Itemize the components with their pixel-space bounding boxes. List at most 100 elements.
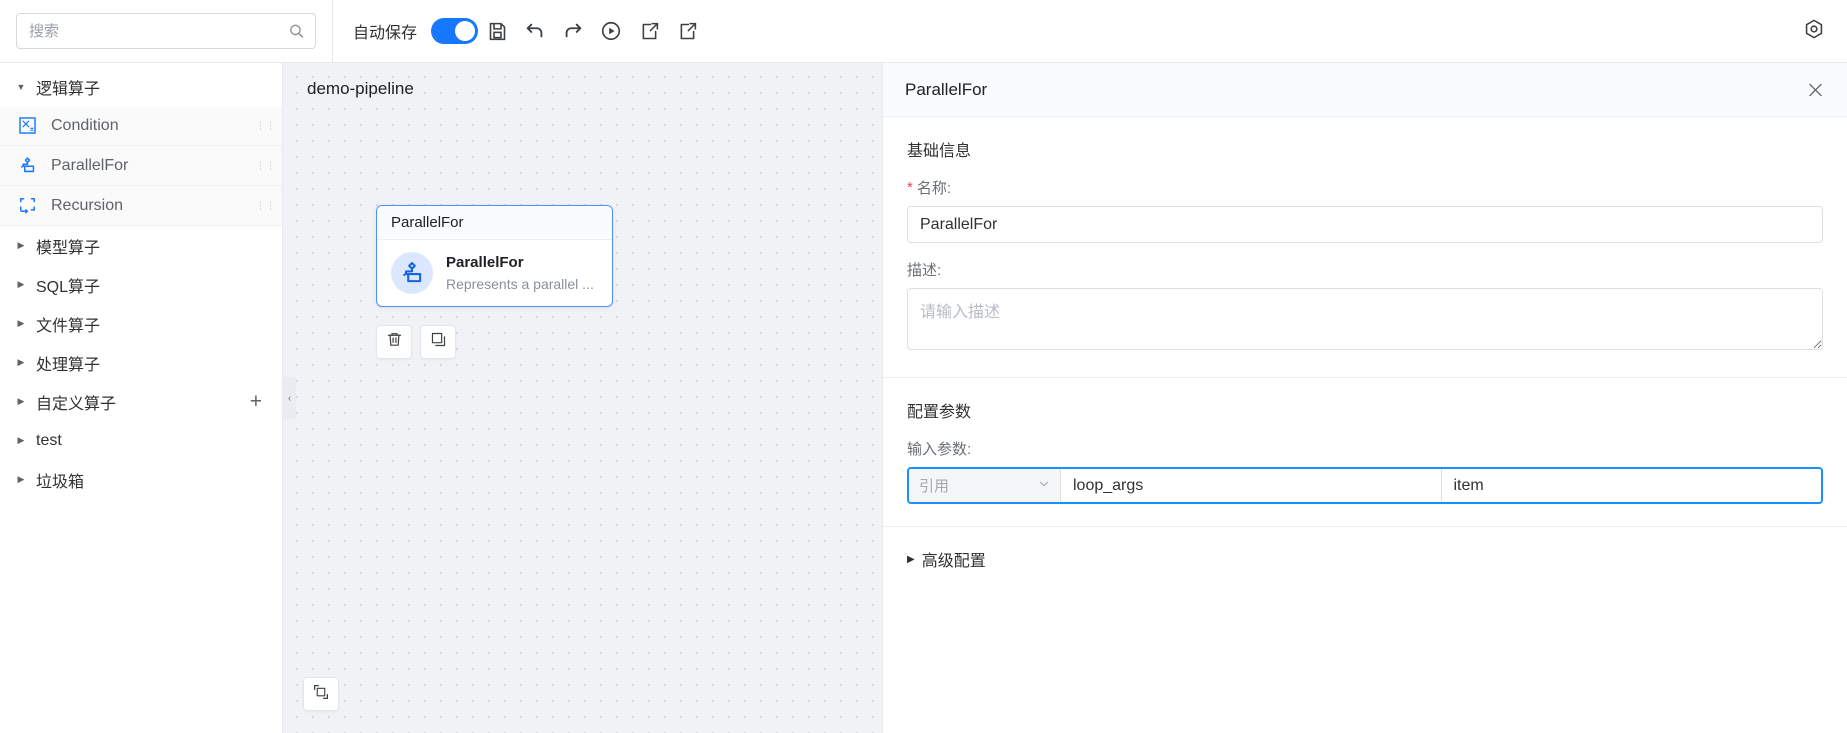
operator-sidebar: ▼ 逻辑算子 Condition ⋮⋮ ParallelFor ⋮⋮ Recur… [0,63,283,733]
panel-title: ParallelFor [905,79,988,99]
sidebar-group-custom[interactable]: ▶ 自定义算子 + [0,382,282,421]
config-params-section: 配置参数 输入参数: 引用 loop_args item [883,378,1847,527]
input-param-row: 引用 loop_args item [907,467,1823,504]
sidebar-group-file[interactable]: ▶ 文件算子 [0,304,282,343]
chevron-right-icon: ▶ [907,553,915,565]
canvas-node-parallelfor[interactable]: ParallelFor ParallelFor Represents a par… [376,205,613,308]
import-button[interactable] [668,12,706,50]
param-key-input[interactable]: loop_args [1061,469,1442,502]
chevron-right-icon: ▶ [17,357,25,367]
name-field-group: * 名称: [907,177,1823,243]
search-icon [288,23,305,40]
drag-handle-icon[interactable]: ⋮⋮ [256,161,275,170]
import-file-icon [677,21,698,42]
export-button[interactable] [630,12,668,50]
sidebar-group-test[interactable]: ▶ test [0,421,282,460]
advanced-config-label: 高级配置 [921,553,986,570]
parallel-for-icon [16,155,38,177]
sidebar-item-parallelfor[interactable]: ParallelFor ⋮⋮ [0,146,282,186]
node-description: Represents a parallel ... [446,275,594,292]
panel-header: ParallelFor [883,63,1847,117]
name-label-text: 名称: [916,180,952,197]
copy-node-button[interactable] [420,325,456,359]
drag-handle-icon[interactable]: ⋮⋮ [256,201,275,210]
sidebar-group-label: 垃圾箱 [36,473,85,491]
chevron-right-icon: ▶ [17,240,25,250]
node-title: ParallelFor [446,254,524,271]
chevron-right-icon: ▶ [17,474,25,484]
autosave-toggle[interactable] [431,18,479,44]
run-button[interactable] [592,12,630,50]
editor-toolbar: 自动保存 [333,0,1847,62]
sidebar-group-label: 处理算子 [36,356,101,374]
chevron-right-icon: ▶ [17,435,25,445]
chevron-right-icon: ▶ [17,396,25,406]
chevron-right-icon: ▶ [17,279,25,289]
param-type-select[interactable]: 引用 [909,469,1061,502]
redo-button[interactable] [554,12,592,50]
add-custom-operator-button[interactable]: + [250,391,262,412]
sidebar-group-label: SQL算子 [36,278,101,296]
undo-arrow-icon [524,20,546,42]
sidebar-group-process[interactable]: ▶ 处理算子 [0,343,282,382]
search-zone [0,0,333,62]
pipeline-name-label: demo-pipeline [307,79,414,98]
drag-handle-icon[interactable]: ⋮⋮ [256,121,275,130]
save-button[interactable] [478,12,516,50]
search-box[interactable] [16,13,316,49]
sidebar-group-label: 文件算子 [36,317,101,335]
sidebar-item-recursion[interactable]: Recursion ⋮⋮ [0,186,282,226]
input-params-label: 输入参数: [907,441,972,458]
recursion-icon [16,195,38,217]
sidebar-group-label: 逻辑算子 [36,80,101,98]
panel-body: 基础信息 * 名称: 描述: 配置参数 [883,117,1847,733]
sidebar-group-trash[interactable]: ▶ 垃圾箱 [0,460,282,499]
collapse-sidebar-handle[interactable]: ‹ [283,377,296,419]
node-toolbar [376,325,456,359]
search-input[interactable] [29,22,281,40]
autosave-label: 自动保存 [353,25,418,42]
node-header-label: ParallelFor [377,206,612,240]
description-input[interactable] [907,288,1823,350]
toggle-knob [455,21,476,41]
floppy-disk-icon [487,21,508,42]
export-file-icon [639,21,660,42]
sidebar-group-logic[interactable]: ▼ 逻辑算子 [0,67,282,106]
fit-view-button[interactable] [303,677,339,711]
redo-arrow-icon [562,20,584,42]
basic-info-title: 基础信息 [907,143,972,160]
fit-screen-icon [312,683,330,706]
sidebar-item-label: ParallelFor [51,156,129,174]
top-bar: 自动保存 [0,0,1847,63]
description-field-group: 描述: [907,259,1823,355]
trash-icon [386,331,403,353]
name-input[interactable] [907,206,1823,243]
settings-button[interactable] [1797,14,1831,48]
chevron-right-icon: ▶ [17,318,25,328]
close-icon[interactable] [1806,80,1825,99]
hexagon-settings-icon [1803,18,1825,45]
config-params-title: 配置参数 [907,404,972,421]
chevron-down-icon [1038,478,1050,493]
sidebar-group-label: 模型算子 [36,239,101,257]
param-value-input[interactable]: item [1441,469,1821,502]
copy-icon [430,331,447,353]
description-label: 描述: [907,262,942,279]
node-body: ParallelFor Represents a parallel ... [377,240,612,306]
sidebar-group-model[interactable]: ▶ 模型算子 [0,226,282,265]
chevron-down-icon: ▼ [16,81,26,92]
name-label: * 名称: [907,177,1823,198]
pipeline-canvas[interactable]: demo-pipeline ParallelFor ParallelFor Re… [283,63,882,733]
undo-button[interactable] [516,12,554,50]
basic-info-section: 基础信息 * 名称: 描述: [883,117,1847,378]
sidebar-item-label: Recursion [51,196,124,214]
sidebar-item-condition[interactable]: Condition ⋮⋮ [0,106,282,146]
sidebar-item-label: Condition [51,116,119,134]
properties-panel: ParallelFor 基础信息 * 名称: ParallelFor 描述: 请… [882,63,1847,733]
delete-node-button[interactable] [376,325,412,359]
advanced-config-toggle[interactable]: ▶ 高级配置 [883,527,1847,591]
node-texts: ParallelFor Represents a parallel ... [446,252,594,294]
sidebar-group-sql[interactable]: ▶ SQL算子 [0,265,282,304]
condition-icon [16,115,38,137]
required-star: * [907,179,913,196]
